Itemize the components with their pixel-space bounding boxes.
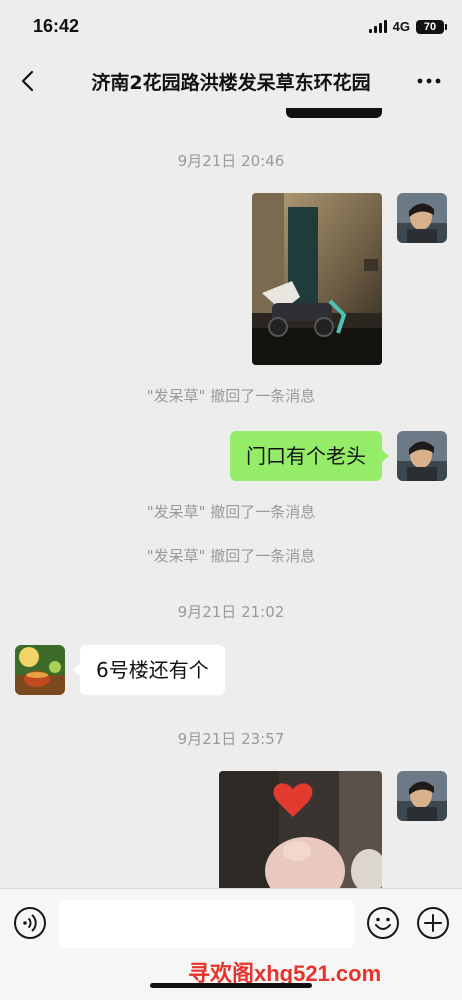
- recall-notice: "发呆草" 撤回了一条消息: [146, 387, 316, 405]
- message-list[interactable]: 9月21日 20:46 "发呆草" 撤回了一条消息 门口有个老头 "发呆草" 撤…: [0, 108, 462, 888]
- emoji-icon[interactable]: [366, 906, 400, 940]
- recall-notice: "发呆草" 撤回了一条消息: [146, 547, 316, 565]
- photo-scooter: [252, 193, 382, 365]
- avatar[interactable]: [397, 193, 447, 243]
- message-bubble-self[interactable]: 门口有个老头: [230, 431, 389, 481]
- status-icons: 4G 70: [368, 19, 447, 34]
- timestamp: 9月21日 20:46: [177, 152, 285, 170]
- recall-notice: "发呆草" 撤回了一条消息: [146, 503, 316, 521]
- timestamp: 9月21日 21:02: [177, 603, 285, 621]
- previous-message-fragment: [286, 108, 382, 118]
- network-type: 4G: [392, 19, 410, 34]
- plus-icon[interactable]: [416, 906, 450, 940]
- status-time: 16:42: [33, 16, 80, 36]
- image-message[interactable]: [252, 193, 382, 365]
- avatar[interactable]: [15, 645, 65, 695]
- home-indicator[interactable]: [150, 983, 312, 988]
- status-bar: 16:42 4G 70: [0, 0, 462, 54]
- battery-icon: 70: [416, 19, 447, 34]
- image-message[interactable]: [219, 771, 382, 888]
- chat-header: 济南2花园路洪楼发呆草东环花园: [0, 54, 462, 108]
- timestamp: 9月21日 23:57: [177, 730, 285, 748]
- photo-heart-hand: [219, 771, 382, 888]
- avatar[interactable]: [397, 431, 447, 481]
- chat-title: 济南2花园路洪楼发呆草东环花园: [91, 72, 371, 94]
- message-bubble-other[interactable]: 6号楼还有个: [73, 645, 225, 695]
- voice-icon[interactable]: [13, 906, 47, 940]
- message-input[interactable]: [59, 900, 354, 948]
- signal-icon: [368, 20, 387, 33]
- avatar[interactable]: [397, 771, 447, 821]
- chevron-left-icon[interactable]: [18, 70, 40, 92]
- more-dots-icon[interactable]: [416, 70, 442, 92]
